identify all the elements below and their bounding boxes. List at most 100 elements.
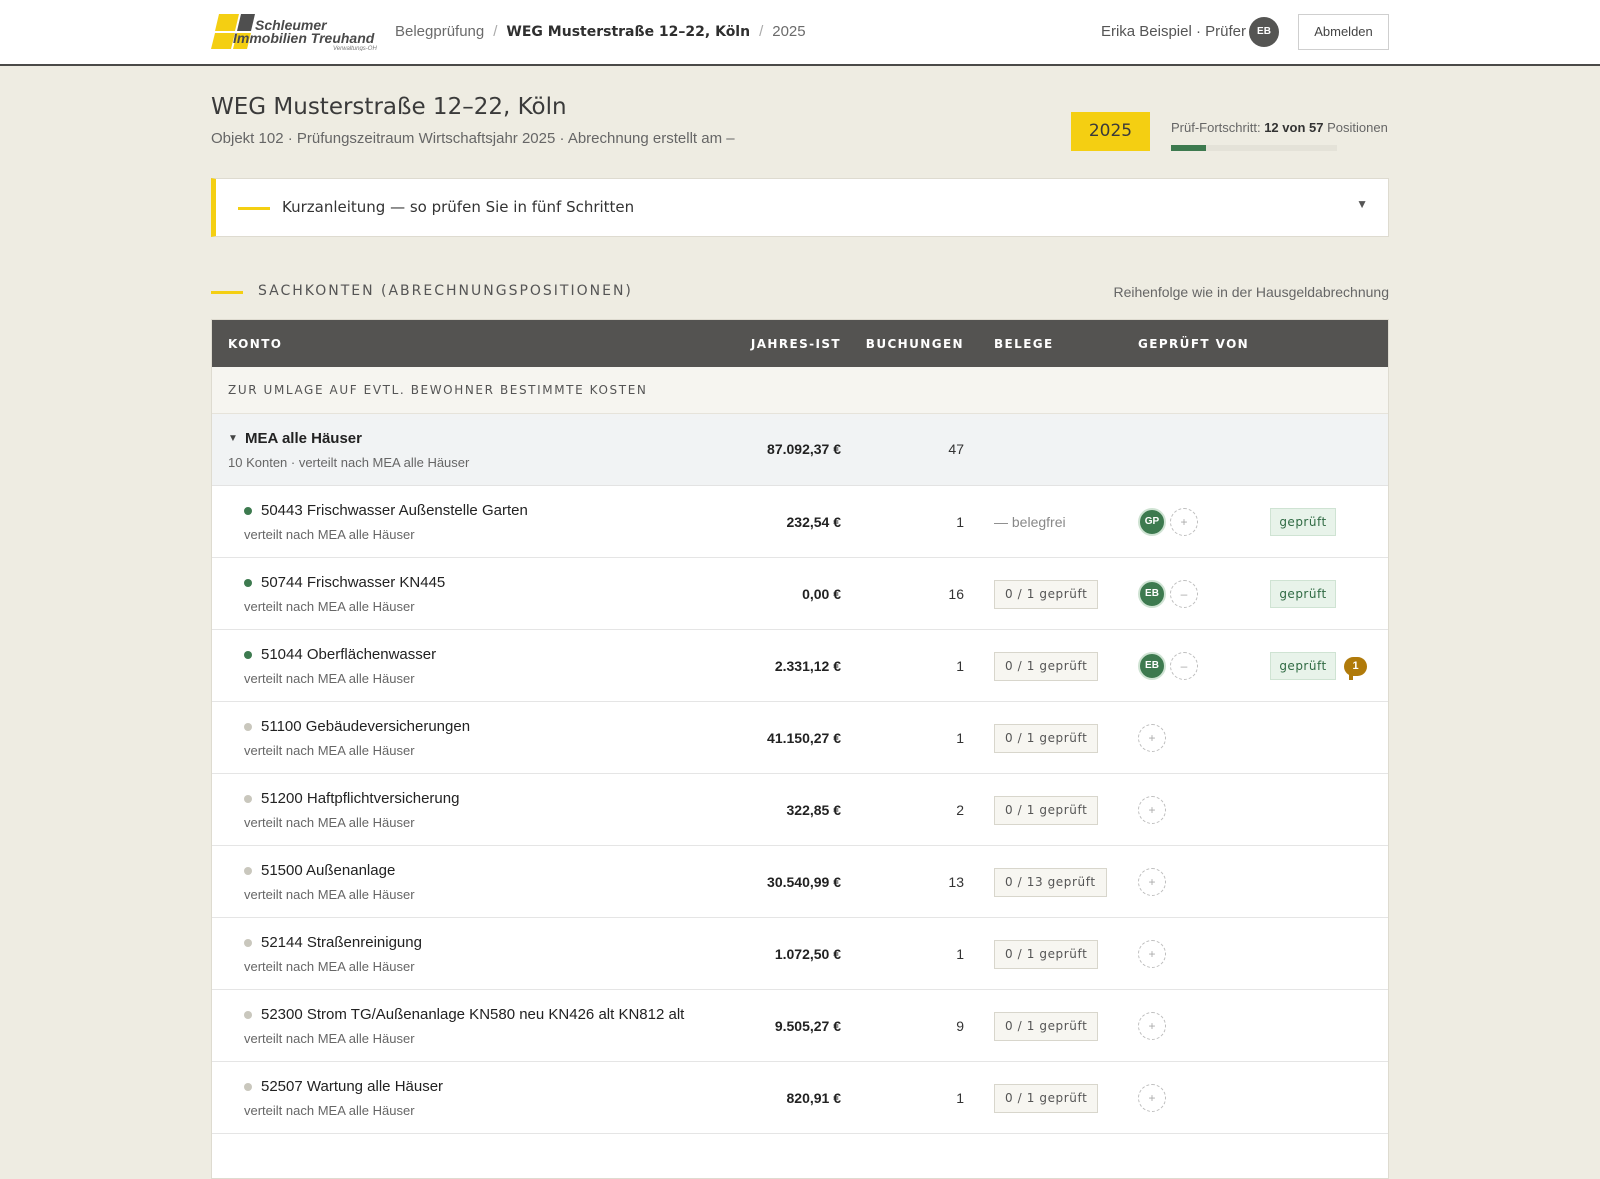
account-amount: 2.331,12 €: [774, 658, 841, 674]
account-name[interactable]: 50443 Frischwasser Außenstelle Garten: [261, 502, 528, 519]
status-dot: [244, 1011, 252, 1019]
account-bookings: 13: [948, 874, 964, 890]
group-sub: 10 Konten · verteilt nach MEA alle Häuse…: [228, 455, 470, 470]
progress-text: Prüf-Fortschritt: 12 von 57 Positionen: [1171, 120, 1388, 135]
belege-button[interactable]: 0 / 1 geprüft: [994, 580, 1099, 609]
add-reviewer-button[interactable]: +: [1170, 508, 1198, 536]
add-reviewer-button[interactable]: +: [1138, 724, 1166, 752]
account-name[interactable]: 51100 Gebäudeversicherungen: [261, 718, 470, 735]
remove-reviewer-button[interactable]: –: [1170, 652, 1198, 680]
col-buchungen: BUCHUNGEN: [865, 337, 964, 351]
table-row[interactable]: 52300 Strom TG/Außenanlage KN580 neu KN4…: [212, 990, 1388, 1062]
table-row[interactable]: 51100 Gebäudeversicherungen verteilt nach…: [212, 702, 1388, 774]
account-name[interactable]: 52300 Strom TG/Außenanlage KN580 neu KN4…: [261, 1006, 684, 1023]
add-reviewer-button[interactable]: +: [1138, 796, 1166, 824]
account-amount: 30.540,99 €: [767, 874, 841, 890]
status-dot: [244, 723, 252, 731]
group-name: MEA alle Häuser: [245, 430, 362, 447]
account-amount: 0,00 €: [802, 586, 841, 602]
progress-bar-fill: [1171, 145, 1206, 151]
section-note: Reihenfolge wie in der Hausgeldabrechnun…: [1113, 284, 1389, 300]
account-sub: verteilt nach MEA alle Häuser: [244, 815, 415, 830]
account-bookings: 1: [956, 514, 964, 530]
belege-button[interactable]: 0 / 1 geprüft: [994, 724, 1099, 753]
quick-guide-toggle[interactable]: Kurzanleitung — so prüfen Sie in fünf Sc…: [211, 178, 1389, 237]
status-badge[interactable]: geprüft: [1270, 580, 1336, 608]
account-name[interactable]: 50744 Frischwasser KN445: [261, 574, 445, 591]
svg-text:Verwaltungs-OHG: Verwaltungs-OHG: [333, 46, 377, 51]
account-amount: 820,91 €: [786, 1090, 842, 1106]
progress-prefix: Prüf-Fortschritt:: [1171, 120, 1261, 135]
progress-suffix: Positionen: [1327, 120, 1388, 135]
remove-reviewer-button[interactable]: –: [1170, 580, 1198, 608]
reviewer-avatar[interactable]: EB: [1138, 580, 1166, 608]
svg-text:Immobilien Treuhand: Immobilien Treuhand: [233, 30, 375, 46]
account-sub: verteilt nach MEA alle Häuser: [244, 1103, 415, 1118]
account-bookings: 1: [956, 658, 964, 674]
account-amount: 9.505,27 €: [774, 1018, 841, 1034]
table-row[interactable]: 52507 Wartung alle Häuser verteilt nach M…: [212, 1062, 1388, 1134]
page-subtitle: Objekt 102 · Prüfungszeitraum Wirtschaft…: [211, 130, 735, 147]
group-row-mea[interactable]: ▼ MEA alle Häuser 10 Konten · verteilt n…: [212, 414, 1388, 486]
account-amount: 322,85 €: [786, 802, 842, 818]
belege-button[interactable]: 0 / 1 geprüft: [994, 652, 1099, 681]
status-dot: [244, 939, 252, 947]
add-reviewer-button[interactable]: +: [1138, 1084, 1166, 1112]
add-reviewer-button[interactable]: +: [1138, 868, 1166, 896]
comment-count-badge[interactable]: 1: [1344, 657, 1367, 680]
beleg-free-label: — belegfrei: [994, 514, 1066, 530]
add-reviewer-button[interactable]: +: [1138, 1012, 1166, 1040]
group-amount: 87.092,37 €: [767, 441, 841, 457]
section-accent: [211, 291, 243, 294]
account-bookings: 1: [956, 946, 964, 962]
belege-button[interactable]: 0 / 1 geprüft: [994, 940, 1099, 969]
progress-bar: [1171, 145, 1337, 151]
account-name[interactable]: 51200 Haftpflichtversicherung: [261, 790, 459, 807]
account-sub: verteilt nach MEA alle Häuser: [244, 887, 415, 902]
breadcrumb-item-object[interactable]: WEG Musterstraße 12–22, Köln: [506, 24, 750, 40]
belege-button[interactable]: 0 / 1 geprüft: [994, 1084, 1099, 1113]
page-title: WEG Musterstraße 12–22, Köln: [211, 94, 567, 120]
top-bar: Schleumer Immobilien Treuhand Verwaltung…: [0, 0, 1600, 66]
logout-button[interactable]: Abmelden: [1298, 14, 1389, 50]
table-row[interactable]: 50744 Frischwasser KN445 verteilt nach ME…: [212, 558, 1388, 630]
account-sub: verteilt nach MEA alle Häuser: [244, 1031, 415, 1046]
belege-button[interactable]: 0 / 13 geprüft: [994, 868, 1107, 897]
account-name[interactable]: 52144 Straßenreinigung: [261, 934, 422, 951]
table-row[interactable]: 51500 Außenanlage verteilt nach MEA alle …: [212, 846, 1388, 918]
status-dot: [244, 507, 252, 515]
col-konto: KONTO: [228, 337, 283, 351]
account-name[interactable]: 51044 Oberflächenwasser: [261, 646, 436, 663]
status-badge[interactable]: geprüft: [1270, 508, 1336, 536]
status-dot: [244, 795, 252, 803]
group-count: 47: [948, 441, 964, 457]
user-label: Erika Beispiel · Prüfer: [1100, 23, 1246, 40]
user-avatar[interactable]: EB: [1249, 17, 1279, 47]
company-logo[interactable]: Schleumer Immobilien Treuhand Verwaltung…: [211, 13, 377, 51]
belege-button[interactable]: 0 / 1 geprüft: [994, 1012, 1099, 1041]
reviewer-avatar[interactable]: GP: [1138, 508, 1166, 536]
table-row[interactable]: 51200 Haftpflichtversicherung verteilt na…: [212, 774, 1388, 846]
breadcrumb-item-belegpruefung[interactable]: Belegprüfung: [395, 23, 484, 40]
account-sub: verteilt nach MEA alle Häuser: [244, 671, 415, 686]
add-reviewer-button[interactable]: +: [1138, 940, 1166, 968]
table-row[interactable]: 50443 Frischwasser Außenstelle Garten ver…: [212, 486, 1388, 558]
status-badge[interactable]: geprüft: [1270, 652, 1336, 680]
breadcrumb-item-year: 2025: [772, 23, 806, 40]
account-bookings: 16: [948, 586, 964, 602]
account-sub: verteilt nach MEA alle Häuser: [244, 959, 415, 974]
table-row[interactable]: 51044 Oberflächenwasser verteilt nach MEA…: [212, 630, 1388, 702]
status-dot: [244, 867, 252, 875]
account-name[interactable]: 51500 Außenanlage: [261, 862, 395, 879]
table-row[interactable]: 52144 Straßenreinigung verteilt nach MEA …: [212, 918, 1388, 990]
account-sub: verteilt nach MEA alle Häuser: [244, 527, 415, 542]
col-geprueft-von: GEPRÜFT VON: [1138, 337, 1250, 351]
reviewer-avatar[interactable]: EB: [1138, 652, 1166, 680]
status-dot: [244, 651, 252, 659]
account-amount: 1.072,50 €: [774, 946, 841, 962]
account-amount: 232,54 €: [786, 514, 842, 530]
caret-down-icon[interactable]: ▼: [228, 433, 238, 444]
account-name[interactable]: 52507 Wartung alle Häuser: [261, 1078, 443, 1095]
table-header: KONTO JAHRES-IST BUCHUNGEN BELEGE GEPRÜF…: [212, 320, 1388, 367]
belege-button[interactable]: 0 / 1 geprüft: [994, 796, 1099, 825]
